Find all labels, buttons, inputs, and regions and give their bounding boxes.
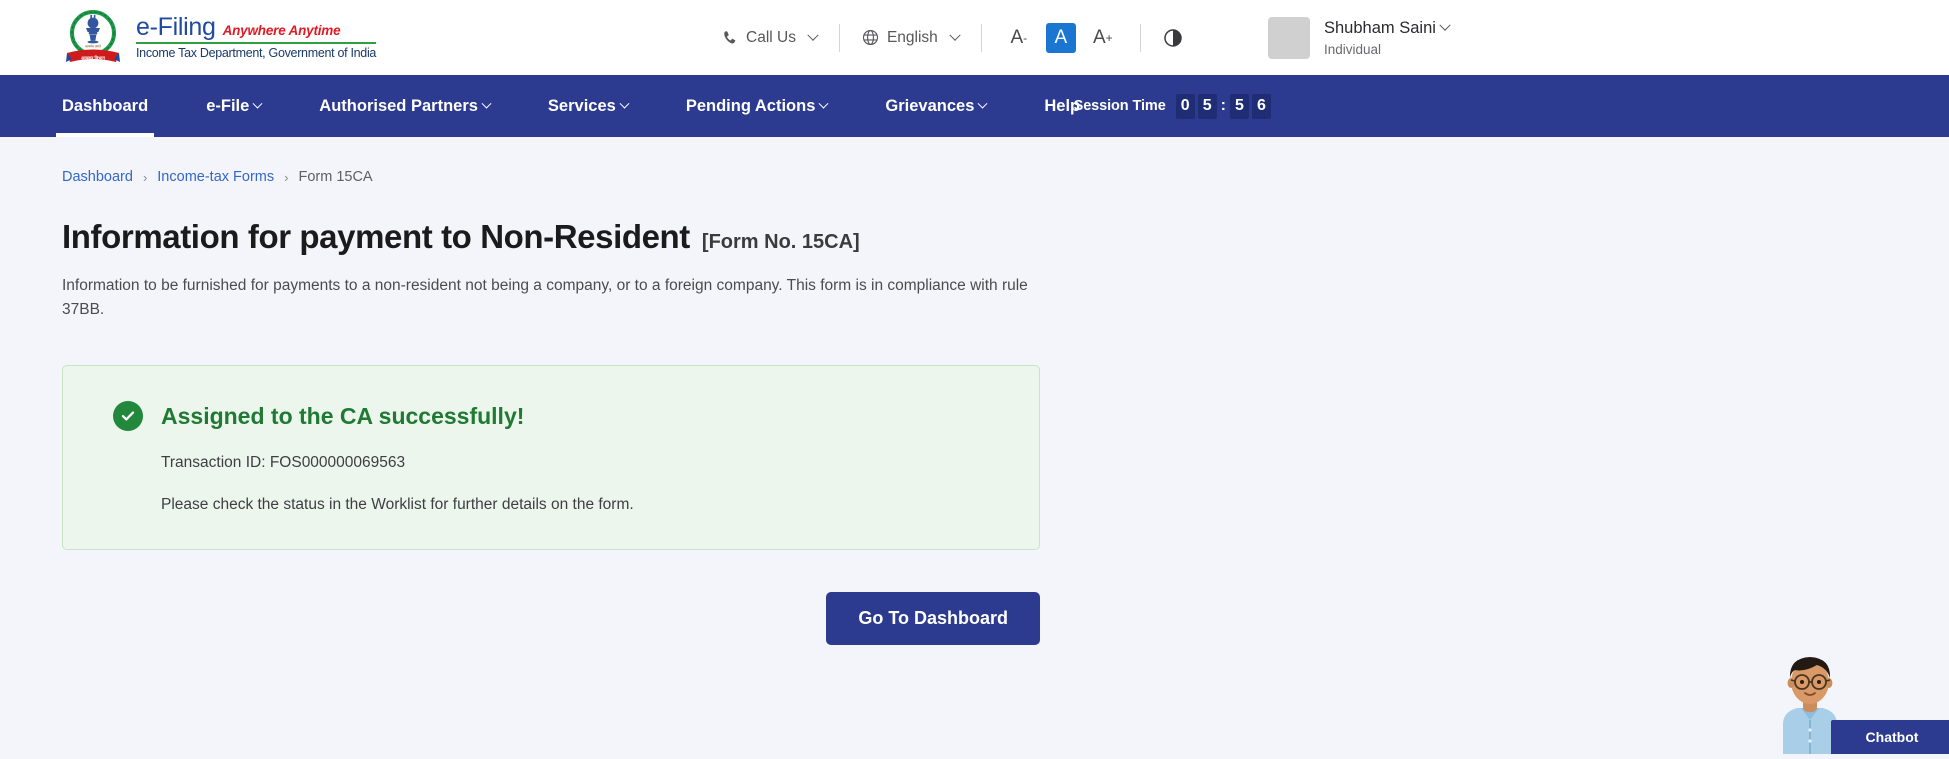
page-description: Information to be furnished for payments… <box>62 274 1072 322</box>
language-label: English <box>887 29 938 47</box>
svg-text:आयकर विभाग: आयकर विभाग <box>81 54 105 60</box>
font-normal-button[interactable]: A <box>1046 23 1076 53</box>
chatbot-label[interactable]: Chatbot <box>1831 720 1949 754</box>
timer-digit-2: 5 <box>1198 94 1217 119</box>
phone-icon <box>722 30 738 46</box>
go-to-dashboard-button[interactable]: Go To Dashboard <box>826 592 1040 645</box>
nav-item-services[interactable]: Services <box>548 75 628 137</box>
breadcrumb-current: Form 15CA <box>298 169 372 185</box>
font-decrease-button[interactable]: A- <box>1004 23 1034 53</box>
breadcrumb-separator-icon: › <box>143 170 147 185</box>
nav-label: Services <box>548 97 616 116</box>
globe-icon <box>862 29 879 46</box>
success-title: Assigned to the CA successfully! <box>161 403 524 430</box>
chevron-down-icon <box>481 98 491 108</box>
contrast-toggle[interactable] <box>1141 28 1205 48</box>
timer-digit-1: 0 <box>1176 94 1195 119</box>
nav-label: Authorised Partners <box>319 97 478 116</box>
nav-label: Pending Actions <box>686 97 816 116</box>
svg-text:सत्यमेव जयते: सत्यमेव जयते <box>85 44 101 48</box>
top-header: सत्यमेव जयते आयकर विभाग e-Filing Anywher… <box>0 0 1949 75</box>
header-tools: Call Us English A- A A+ <box>700 0 1205 75</box>
page-title: Information for payment to Non-Resident … <box>62 218 1949 256</box>
breadcrumb-dashboard[interactable]: Dashboard <box>62 169 133 185</box>
brand-logo[interactable]: सत्यमेव जयते आयकर विभाग e-Filing Anywher… <box>62 7 376 69</box>
status-note: Please check the status in the Worklist … <box>63 496 1039 514</box>
call-us-label: Call Us <box>746 29 796 47</box>
nav-item-pending-actions[interactable]: Pending Actions <box>686 75 828 137</box>
main-content: Dashboard › Income-tax Forms › Form 15CA… <box>0 137 1949 645</box>
breadcrumb: Dashboard › Income-tax Forms › Form 15CA <box>62 169 1949 185</box>
india-emblem-icon: सत्यमेव जयते आयकर विभाग <box>62 7 124 69</box>
main-navigation: Dashboard e-File Authorised Partners Ser… <box>0 75 1949 137</box>
contrast-icon <box>1163 28 1183 48</box>
call-us-menu[interactable]: Call Us <box>700 29 839 47</box>
action-bar: Go To Dashboard <box>62 592 1040 645</box>
session-timer-digits: 0 5 : 5 6 <box>1176 94 1271 119</box>
chevron-down-icon <box>253 98 263 108</box>
user-name: Shubham Saini <box>1324 18 1436 39</box>
timer-colon: : <box>1220 97 1227 115</box>
brand-title: e-Filing <box>136 15 216 40</box>
transaction-id: Transaction ID: FOS000000069563 <box>63 454 1039 472</box>
session-time-label: Session Time <box>1074 98 1166 114</box>
breadcrumb-separator-icon: › <box>284 170 288 185</box>
brand-department: Income Tax Department, Government of Ind… <box>136 44 376 60</box>
page-title-text: Information for payment to Non-Resident <box>62 218 690 256</box>
chatbot-widget[interactable]: Chatbot <box>1759 644 1949 754</box>
success-header: Assigned to the CA successfully! <box>63 401 1039 431</box>
user-role: Individual <box>1324 38 1449 57</box>
chevron-down-icon <box>1439 20 1450 31</box>
brand-tagline: Anywhere Anytime <box>223 24 341 38</box>
user-profile[interactable]: Shubham Saini Individual <box>1268 0 1449 75</box>
avatar <box>1268 17 1310 59</box>
chevron-down-icon <box>619 98 629 108</box>
nav-item-authorised-partners[interactable]: Authorised Partners <box>319 75 490 137</box>
session-timer: Session Time 0 5 : 5 6 <box>1074 75 1949 137</box>
nav-item-grievances[interactable]: Grievances <box>885 75 986 137</box>
chevron-down-icon <box>819 98 829 108</box>
nav-label: e-File <box>206 97 249 116</box>
nav-label: Grievances <box>885 97 974 116</box>
check-circle-icon <box>113 401 143 431</box>
nav-item-dashboard[interactable]: Dashboard <box>62 75 148 137</box>
success-panel: Assigned to the CA successfully! Transac… <box>62 365 1040 550</box>
nav-item-e-file[interactable]: e-File <box>206 75 261 137</box>
timer-digit-4: 6 <box>1252 94 1271 119</box>
font-increase-button[interactable]: A+ <box>1088 23 1118 53</box>
timer-digit-3: 5 <box>1230 94 1249 119</box>
language-selector[interactable]: English <box>840 29 981 47</box>
chevron-down-icon <box>978 98 988 108</box>
nav-label: Dashboard <box>62 97 148 116</box>
breadcrumb-income-tax-forms[interactable]: Income-tax Forms <box>157 169 274 185</box>
user-info: Shubham Saini Individual <box>1324 18 1449 58</box>
user-name-row: Shubham Saini <box>1324 18 1449 39</box>
chevron-down-icon <box>807 29 818 40</box>
form-number: [Form No. 15CA] <box>702 231 860 254</box>
brand-text: e-Filing Anywhere Anytime Income Tax Dep… <box>136 15 376 60</box>
chevron-down-icon <box>949 29 960 40</box>
font-size-controls: A- A A+ <box>982 23 1140 53</box>
